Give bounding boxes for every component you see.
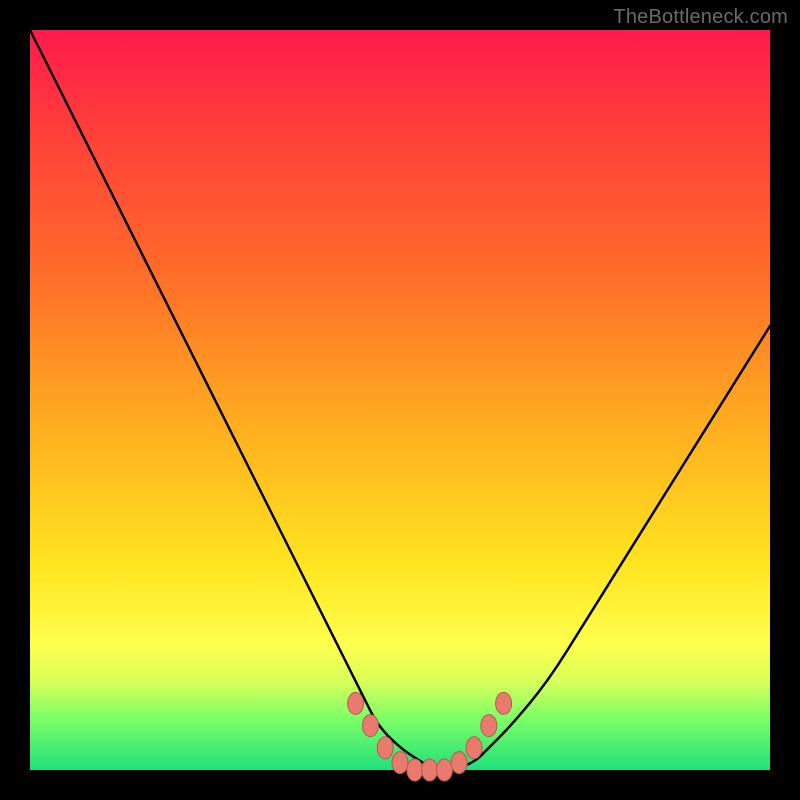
- curve-marker: [466, 737, 482, 759]
- markers-group: [348, 692, 512, 781]
- curve-marker: [451, 752, 467, 774]
- curve-marker: [362, 715, 378, 737]
- curve-marker: [436, 759, 452, 781]
- curve-marker: [377, 737, 393, 759]
- bottleneck-curve: [30, 30, 770, 770]
- curve-path: [30, 30, 770, 770]
- curve-marker: [407, 759, 423, 781]
- plot-area: [30, 30, 770, 770]
- curve-marker: [392, 752, 408, 774]
- curve-marker: [348, 692, 364, 714]
- watermark-text: TheBottleneck.com: [613, 6, 788, 29]
- curve-marker: [496, 692, 512, 714]
- curve-marker: [422, 759, 438, 781]
- curve-marker: [481, 715, 497, 737]
- chart-frame: TheBottleneck.com: [0, 0, 800, 800]
